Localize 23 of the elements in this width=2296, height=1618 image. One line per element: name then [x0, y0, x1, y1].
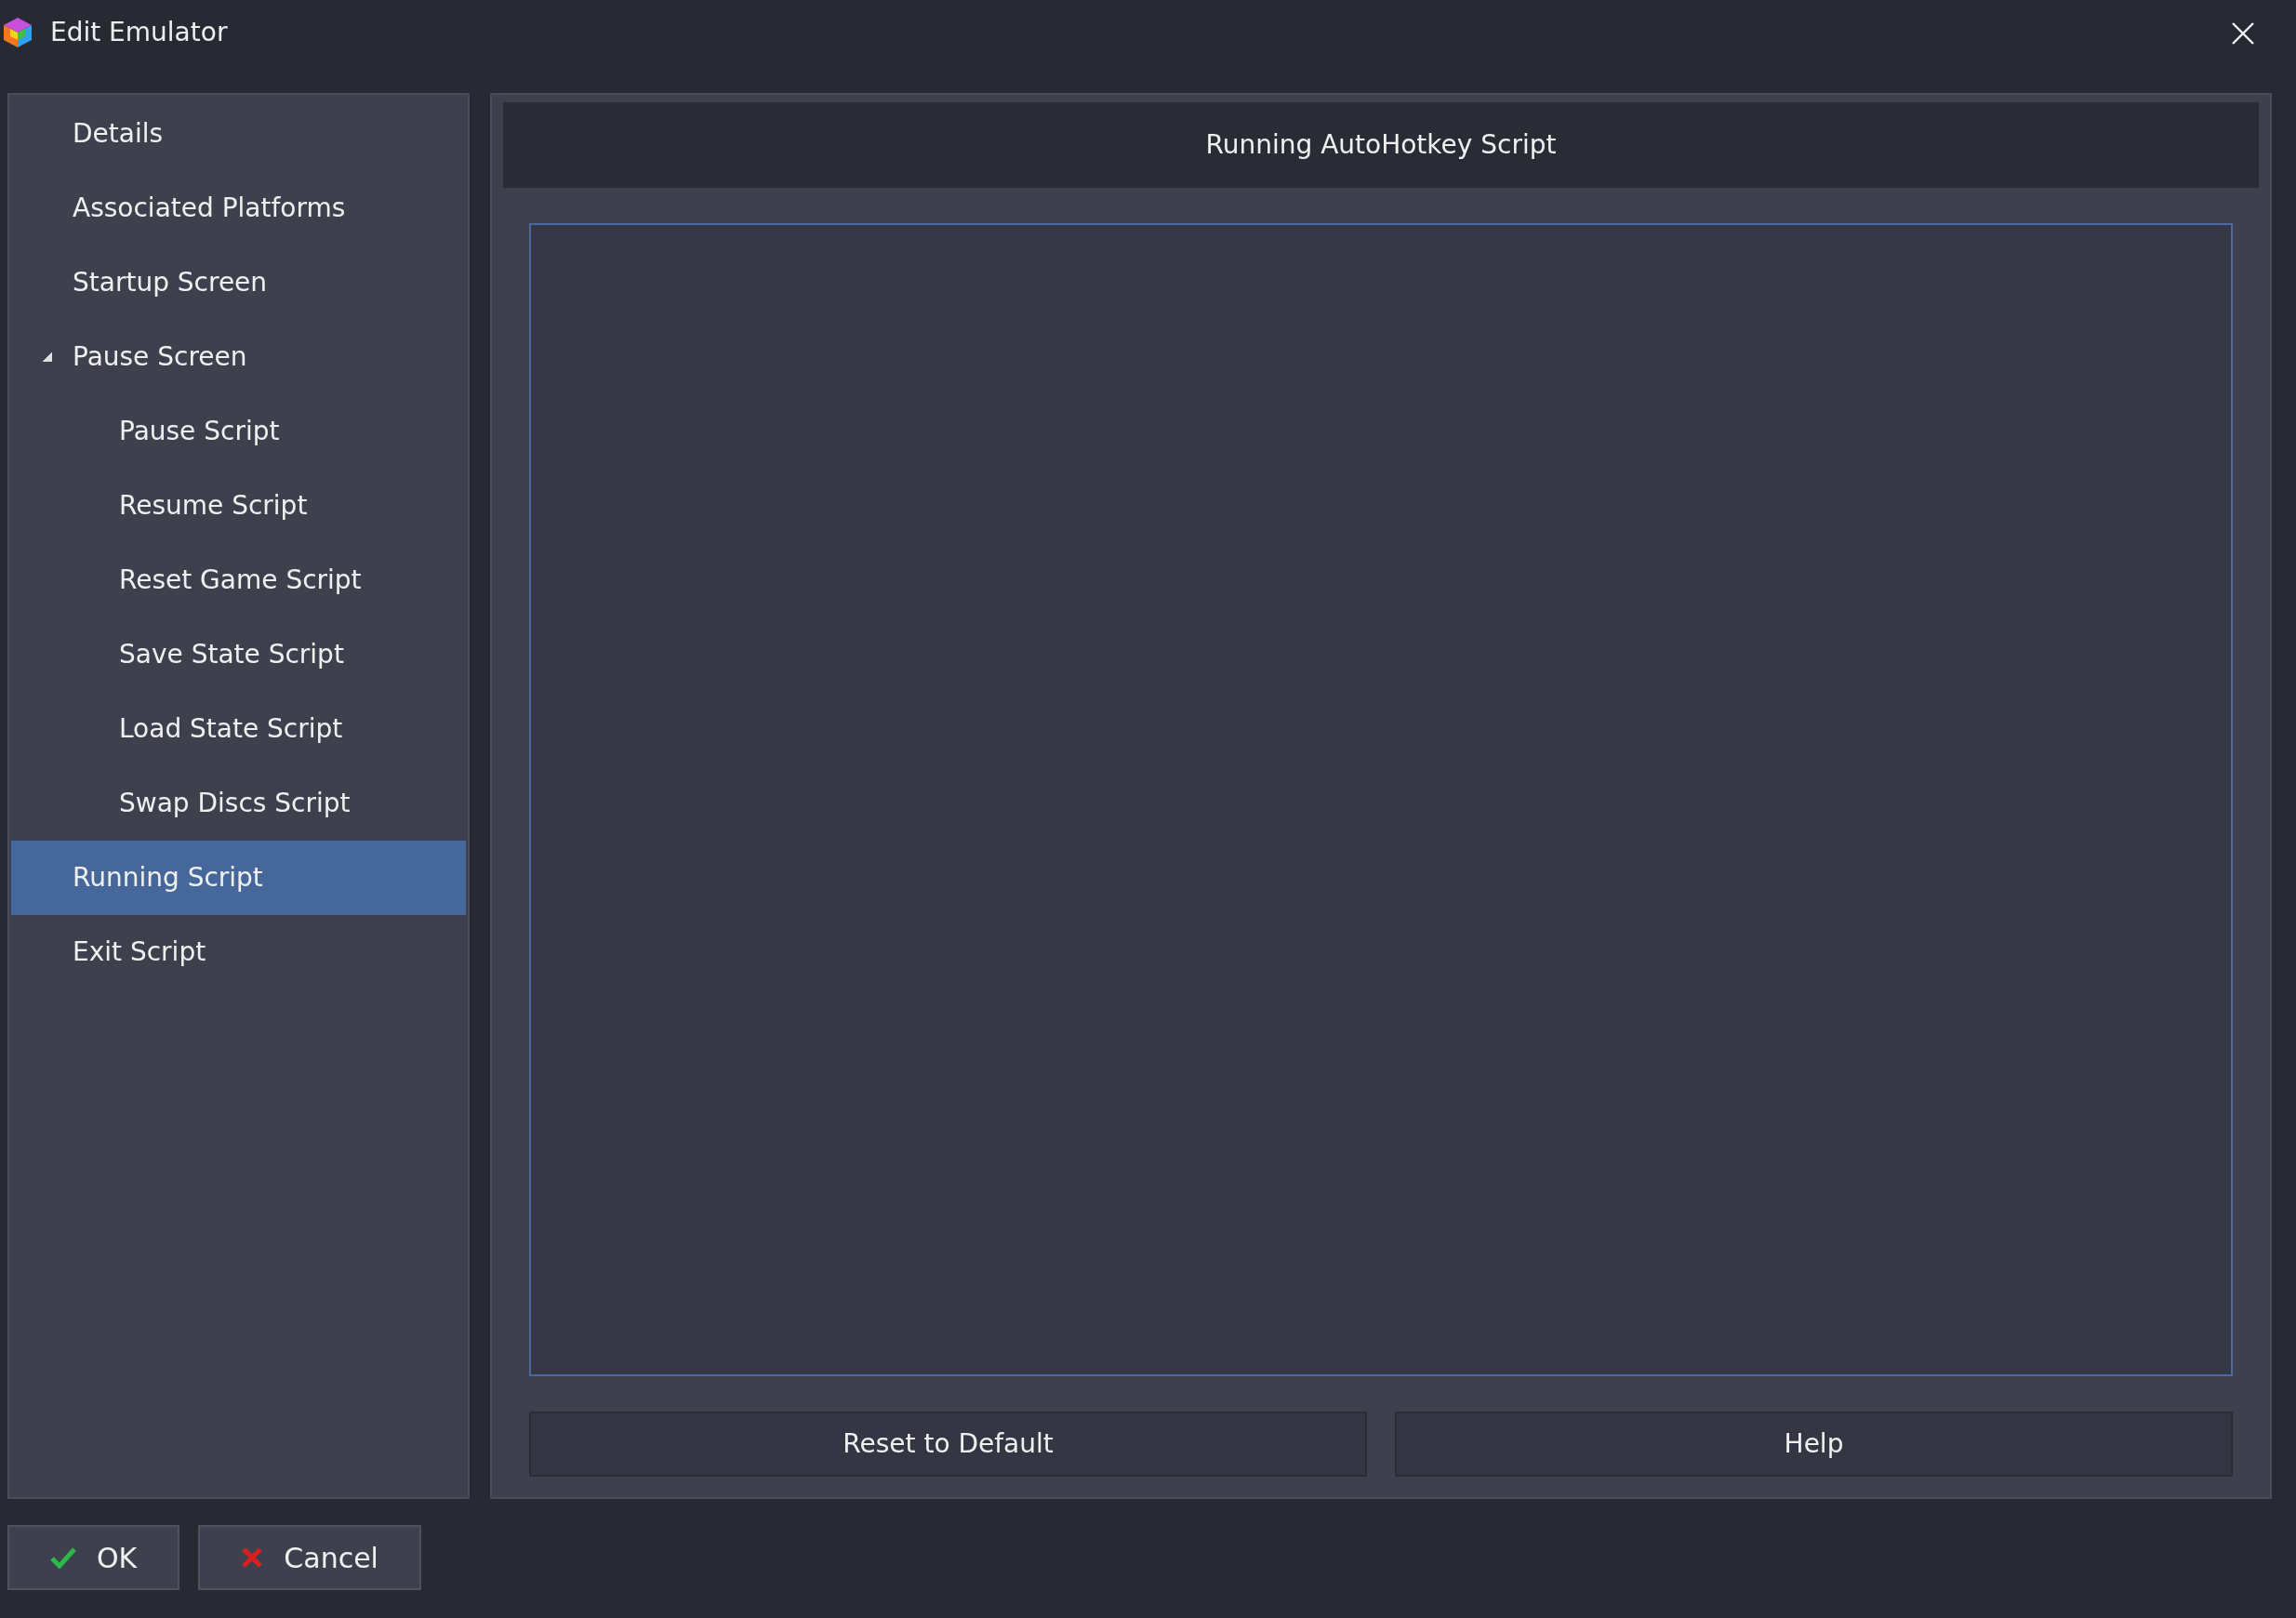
- tree-item[interactable]: Load State Script: [11, 692, 466, 766]
- tree-item[interactable]: Swap Discs Script: [11, 766, 466, 841]
- ok-button[interactable]: OK: [7, 1525, 180, 1590]
- check-icon: [50, 1546, 76, 1569]
- close-icon[interactable]: [2231, 21, 2255, 46]
- expanded-triangle-icon[interactable]: [43, 352, 52, 362]
- tree-item[interactable]: Running Script: [11, 841, 466, 915]
- tree-item[interactable]: Details: [11, 97, 466, 171]
- tree-item[interactable]: Resume Script: [11, 469, 466, 543]
- cancel-button[interactable]: Cancel: [198, 1525, 421, 1590]
- tree-item[interactable]: Save State Script: [11, 617, 466, 692]
- app-logo-icon: [2, 16, 33, 49]
- panel-header: Running AutoHotkey Script: [503, 102, 2259, 188]
- tree-item[interactable]: Pause Screen: [11, 320, 466, 394]
- tree-item[interactable]: Reset Game Script: [11, 543, 466, 617]
- window-title: Edit Emulator: [50, 16, 228, 49]
- tree-item[interactable]: Startup Screen: [11, 245, 466, 320]
- tree-item[interactable]: Exit Script: [11, 915, 466, 989]
- tree-item[interactable]: Pause Script: [11, 394, 466, 469]
- cross-icon: [241, 1546, 264, 1569]
- panel-button[interactable]: Help: [1395, 1412, 2233, 1477]
- panel-button[interactable]: Reset to Default: [529, 1412, 1367, 1477]
- tree-item[interactable]: Associated Platforms: [11, 171, 466, 245]
